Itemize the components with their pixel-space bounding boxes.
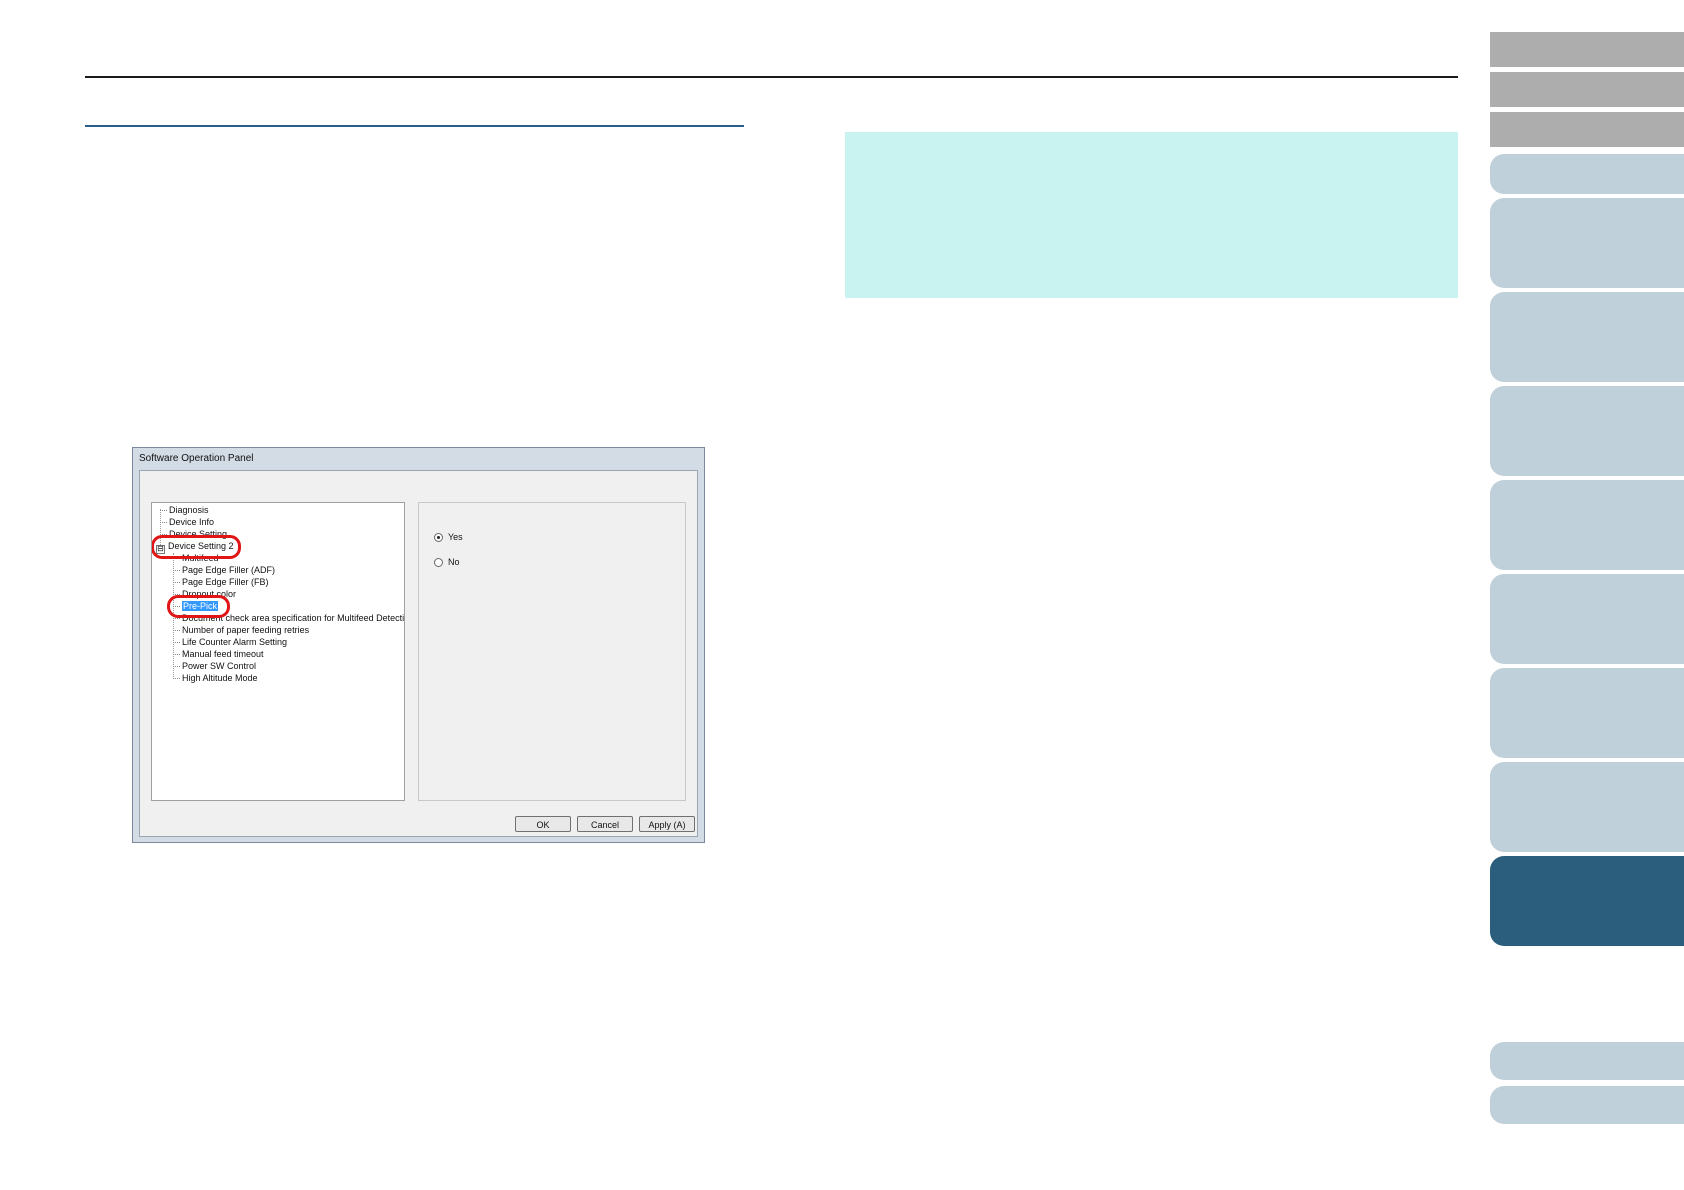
settings-tree: ⊟ Diagnosis Device Info Device Setting D…	[151, 502, 405, 801]
radio-checked-icon	[434, 532, 443, 542]
radio-no[interactable]: No	[434, 557, 460, 567]
tree-item-device-info[interactable]: Device Info	[160, 517, 214, 528]
nav-tab-11[interactable]	[1490, 762, 1684, 852]
radio-unchecked-icon	[434, 557, 443, 567]
radio-yes[interactable]: Yes	[434, 532, 463, 542]
cancel-button[interactable]: Cancel	[577, 816, 633, 832]
nav-tab-10[interactable]	[1490, 668, 1684, 758]
nav-tab-7[interactable]	[1490, 386, 1684, 476]
highlight-pre-pick	[167, 595, 230, 618]
nav-tab-5[interactable]	[1490, 198, 1684, 288]
tree-item-page-edge-filler-adf[interactable]: Page Edge Filler (ADF)	[173, 565, 275, 576]
nav-tab-4[interactable]	[1490, 154, 1684, 194]
tree-item-paper-feeding-retries[interactable]: Number of paper feeding retries	[173, 625, 309, 636]
highlight-device-setting-2	[152, 535, 241, 559]
ok-button[interactable]: OK	[515, 816, 571, 832]
dialog-body: ⊟ Diagnosis Device Info Device Setting D…	[139, 470, 698, 837]
nav-tab-14[interactable]	[1490, 1086, 1684, 1124]
tree-item-page-edge-filler-fb[interactable]: Page Edge Filler (FB)	[173, 577, 269, 588]
nav-tab-8[interactable]	[1490, 480, 1684, 570]
tree-item-manual-feed-timeout[interactable]: Manual feed timeout	[173, 649, 264, 660]
setting-panel: Yes No	[418, 502, 686, 801]
nav-tab-13[interactable]	[1490, 1042, 1684, 1080]
software-operation-panel-dialog: Software Operation Panel ⊟ Diagnosis Dev…	[132, 447, 705, 843]
tree-item-life-counter-alarm[interactable]: Life Counter Alarm Setting	[173, 637, 287, 648]
dialog-title: Software Operation Panel	[139, 453, 254, 464]
tree-item-power-sw-control[interactable]: Power SW Control	[173, 661, 256, 672]
hint-box	[845, 132, 1458, 298]
tree-item-diagnosis[interactable]: Diagnosis	[160, 505, 209, 516]
nav-tab-6[interactable]	[1490, 292, 1684, 382]
section-heading-rule	[85, 125, 744, 127]
nav-tab-1[interactable]	[1490, 32, 1684, 67]
tree-item-high-altitude-mode[interactable]: High Altitude Mode	[173, 673, 258, 684]
nav-tab-9[interactable]	[1490, 574, 1684, 664]
apply-button[interactable]: Apply (A)	[639, 816, 695, 832]
nav-tab-3[interactable]	[1490, 112, 1684, 147]
nav-tab-12-active[interactable]	[1490, 856, 1684, 946]
nav-tab-2[interactable]	[1490, 72, 1684, 107]
header-rule	[85, 76, 1458, 78]
